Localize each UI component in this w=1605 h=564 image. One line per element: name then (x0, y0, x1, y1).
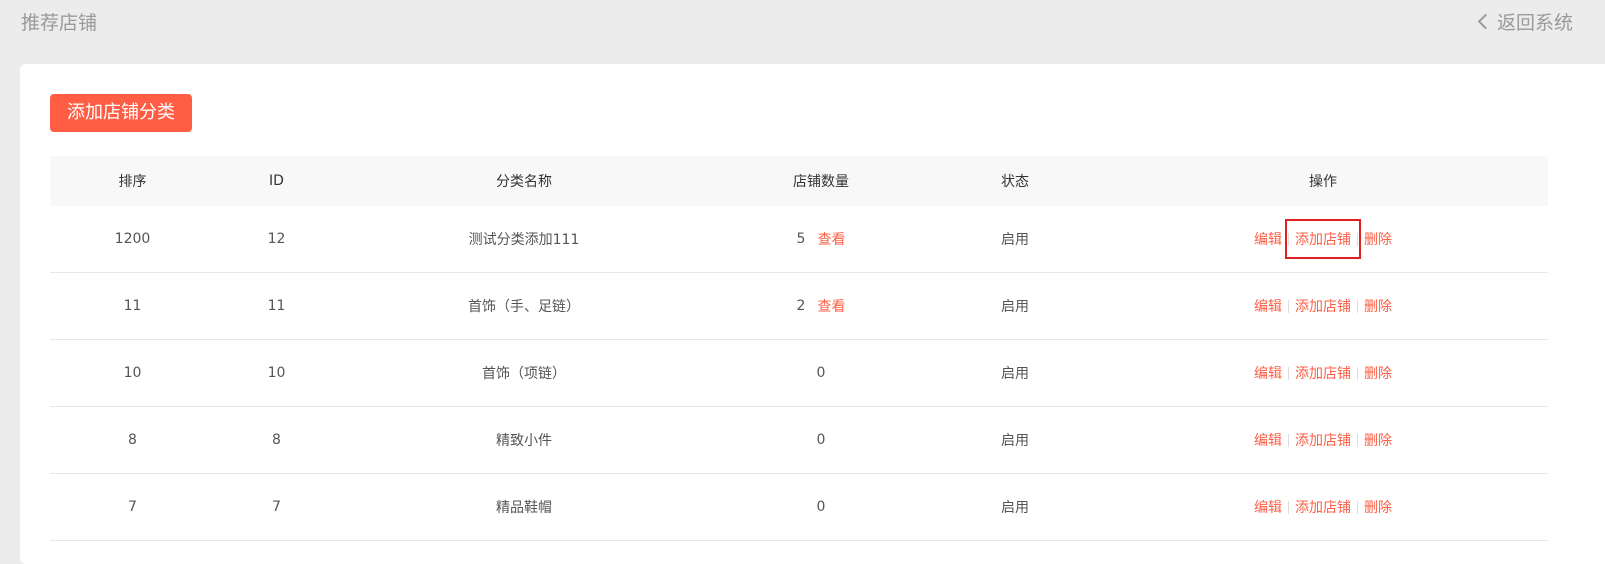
top-bar: 推荐店铺 返回系统 (0, 0, 1605, 44)
add-shop-link[interactable]: 添加店铺 (1295, 430, 1351, 450)
table-row: 8 8 精致小件 0 启用 编辑 添加店铺 删除 (50, 407, 1548, 474)
action-divider (1288, 366, 1289, 380)
column-header-actions: 操作 (1309, 174, 1337, 190)
shop-count: 0 (816, 432, 826, 448)
count-cell: 2 查看 (710, 273, 932, 339)
sort-cell: 1200 (114, 231, 151, 247)
delete-link[interactable]: 删除 (1364, 497, 1392, 517)
shop-count: 5 (796, 231, 806, 247)
table-row: 10 10 首饰（项链） 0 启用 编辑 添加店铺 删除 (50, 340, 1548, 407)
name-cell: 精致小件 (496, 433, 552, 449)
name-cell: 测试分类添加111 (468, 232, 580, 248)
column-header-count[interactable]: 店铺数量 (710, 156, 932, 206)
count-cell: 0 (710, 407, 932, 473)
content-card: 添加店铺分类 排序 ID 分类名称 店铺数量 状态 操作 1200 12 测试分… (20, 64, 1605, 564)
id-cell: 7 (272, 499, 281, 515)
table-row: 7 7 精品鞋帽 0 启用 编辑 添加店铺 删除 (50, 474, 1548, 541)
column-header-id[interactable]: ID (215, 156, 338, 206)
name-cell: 精品鞋帽 (496, 500, 552, 516)
edit-link[interactable]: 编辑 (1254, 363, 1282, 383)
action-divider (1357, 299, 1358, 313)
column-header-name[interactable]: 分类名称 (338, 156, 710, 206)
add-shop-link[interactable]: 添加店铺 (1295, 363, 1351, 383)
add-shop-link[interactable]: 添加店铺 (1295, 497, 1351, 517)
id-cell: 11 (267, 298, 286, 314)
action-divider (1357, 232, 1358, 246)
status-cell: 启用 (1001, 299, 1029, 315)
actions-cell: 编辑 添加店铺 删除 (1098, 474, 1548, 540)
add-shop-link[interactable]: 添加店铺 (1295, 296, 1351, 316)
table-row: 1200 12 测试分类添加111 5 查看 启用 编辑 添加店铺 删除 (50, 206, 1548, 273)
edit-link[interactable]: 编辑 (1254, 229, 1282, 249)
delete-link[interactable]: 删除 (1364, 430, 1392, 450)
name-cell: 首饰（项链） (482, 366, 566, 382)
table-row: 11 11 首饰（手、足链） 2 查看 启用 编辑 添加店铺 删除 (50, 273, 1548, 340)
back-to-system-link[interactable]: 返回系统 (1477, 8, 1574, 35)
sort-cell: 10 (123, 365, 142, 381)
column-header-status[interactable]: 状态 (932, 156, 1098, 206)
column-header-sort[interactable]: 排序 (50, 156, 215, 206)
shop-count: 0 (816, 365, 826, 381)
delete-link[interactable]: 删除 (1364, 229, 1392, 249)
action-divider (1357, 433, 1358, 447)
table-header: 排序 ID 分类名称 店铺数量 状态 操作 (50, 156, 1548, 206)
chevron-left-icon (1477, 13, 1494, 30)
status-cell: 启用 (1001, 433, 1029, 449)
actions-cell: 编辑 添加店铺 删除 (1098, 407, 1548, 473)
count-cell: 0 (710, 474, 932, 540)
actions-cell: 编辑 添加店铺 删除 (1098, 206, 1548, 272)
id-cell: 10 (267, 365, 286, 381)
actions-cell: 编辑 添加店铺 删除 (1098, 273, 1548, 339)
sort-cell: 11 (123, 298, 142, 314)
action-divider (1357, 366, 1358, 380)
sort-cell: 7 (128, 499, 137, 515)
edit-link[interactable]: 编辑 (1254, 430, 1282, 450)
action-divider (1288, 433, 1289, 447)
action-divider (1357, 500, 1358, 514)
shop-count: 0 (816, 499, 826, 515)
add-shop-link[interactable]: 添加店铺 (1285, 219, 1361, 259)
status-cell: 启用 (1001, 232, 1029, 248)
count-cell: 5 查看 (710, 206, 932, 272)
id-cell: 8 (272, 432, 281, 448)
action-divider (1288, 500, 1289, 514)
name-cell: 首饰（手、足链） (468, 299, 580, 315)
category-table: 排序 ID 分类名称 店铺数量 状态 操作 1200 12 测试分类添加111 … (50, 156, 1548, 541)
actions-cell: 编辑 添加店铺 删除 (1098, 340, 1548, 406)
sort-cell: 8 (128, 432, 137, 448)
shop-count: 2 (796, 298, 806, 314)
edit-link[interactable]: 编辑 (1254, 497, 1282, 517)
status-cell: 启用 (1001, 500, 1029, 516)
page-title: 推荐店铺 (21, 12, 98, 34)
count-cell: 0 (710, 340, 932, 406)
add-shop-category-button[interactable]: 添加店铺分类 (50, 94, 192, 132)
view-shops-link[interactable]: 查看 (817, 229, 845, 249)
delete-link[interactable]: 删除 (1364, 296, 1392, 316)
view-shops-link[interactable]: 查看 (817, 296, 845, 316)
status-cell: 启用 (1001, 366, 1029, 382)
back-label: 返回系统 (1497, 12, 1574, 34)
action-divider (1288, 299, 1289, 313)
delete-link[interactable]: 删除 (1364, 363, 1392, 383)
action-divider (1288, 232, 1289, 246)
edit-link[interactable]: 编辑 (1254, 296, 1282, 316)
id-cell: 12 (267, 231, 286, 247)
